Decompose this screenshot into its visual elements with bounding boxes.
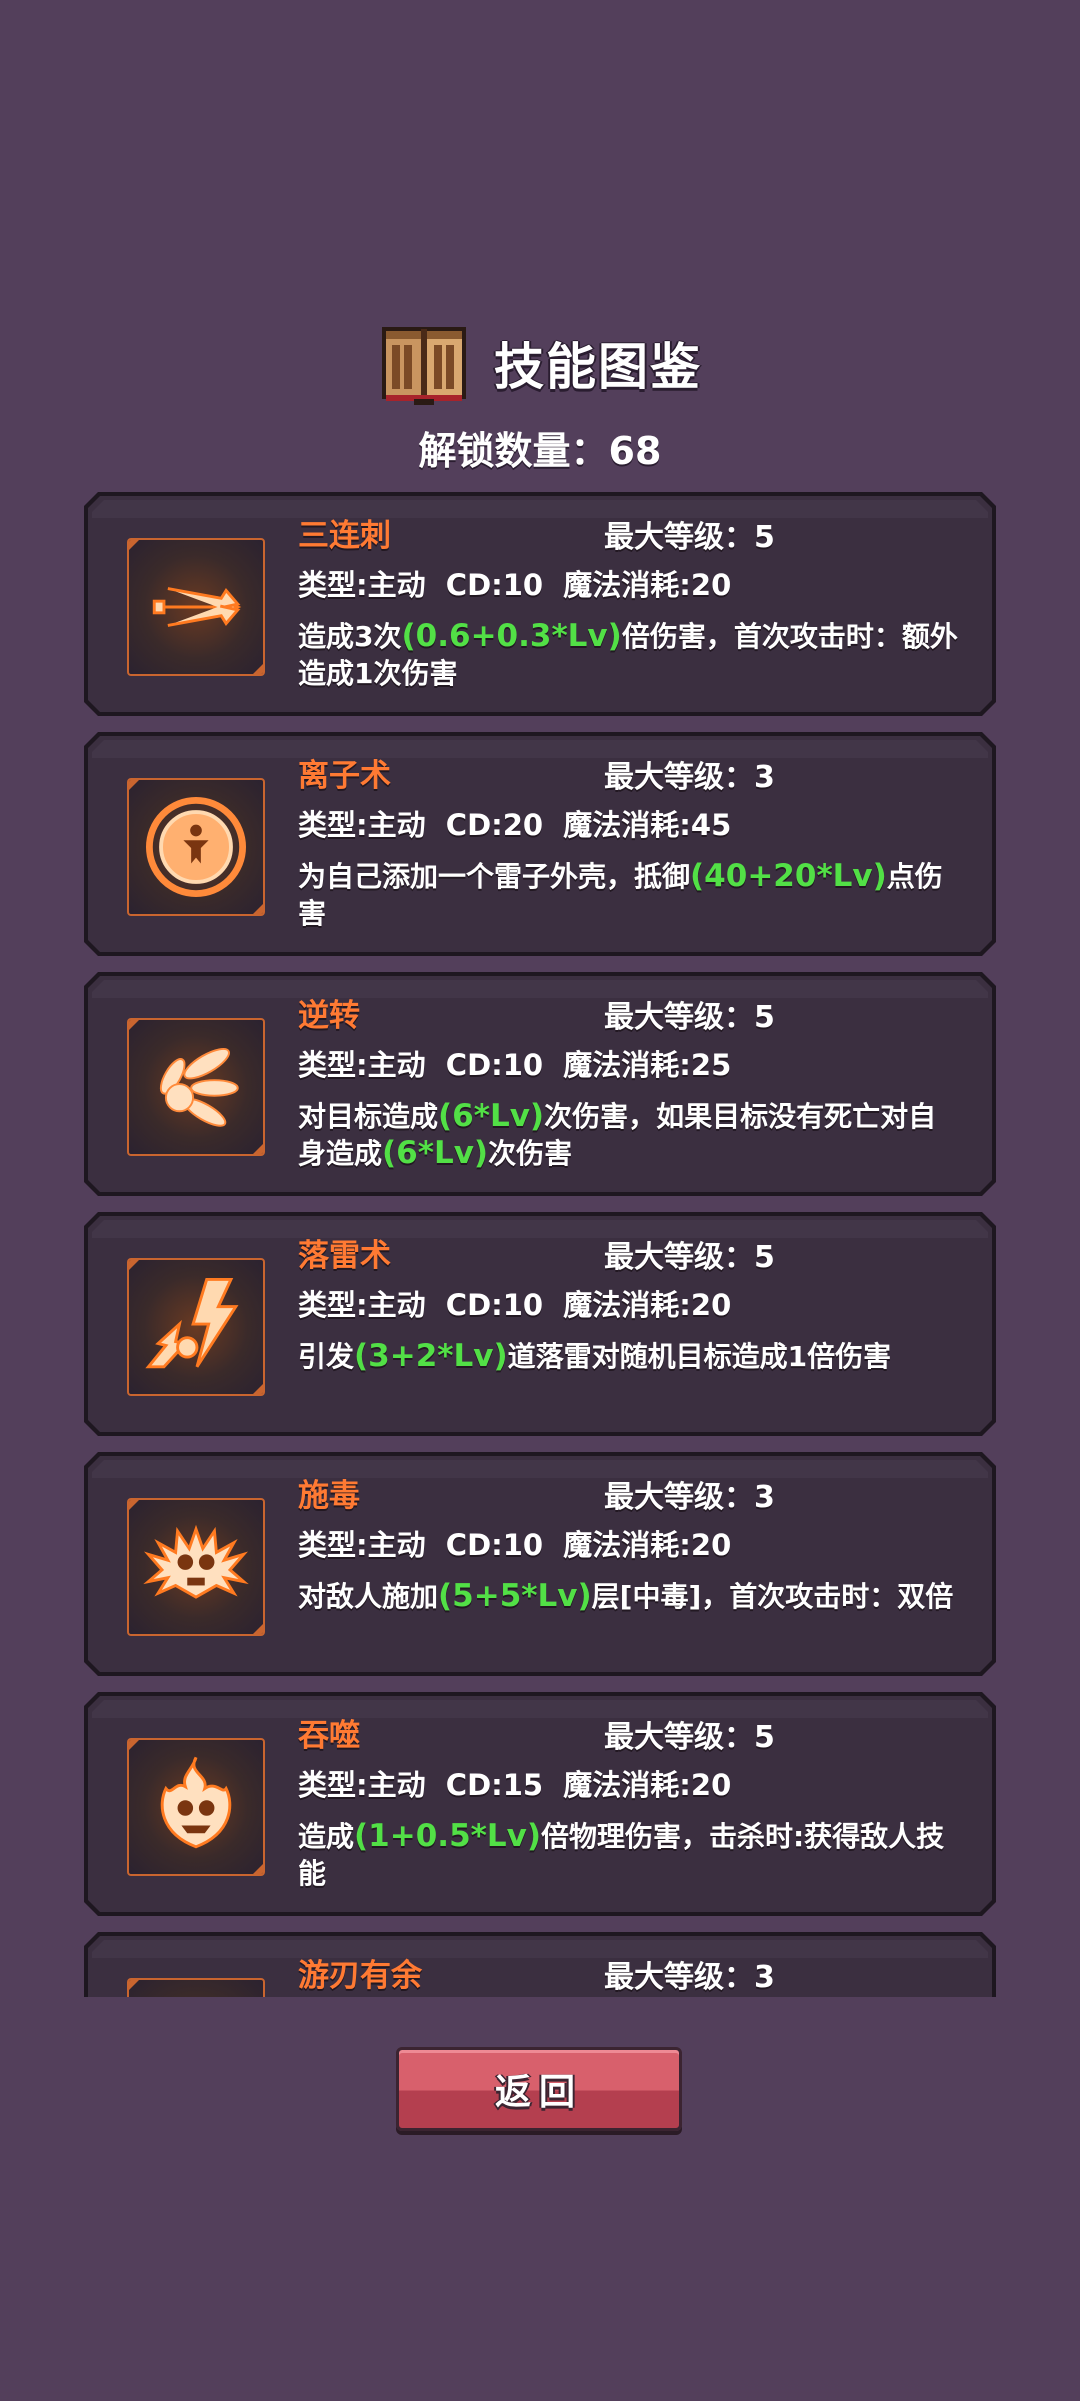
skill-description: 对敌人施加(5+5*Lv)层[中毒]，首次攻击时：双倍 (298, 1578, 958, 1615)
skill-description: 造成(1+0.5*Lv)倍物理伤害，击杀时:获得敌人技能 (298, 1818, 958, 1892)
description-text: 层[中毒]，首次攻击时：双倍 (591, 1580, 954, 1613)
skill-name: 离子术 (298, 758, 391, 794)
skill-card[interactable]: 离子术 最大等级：3 类型:主动 CD:20 魔法消耗:45 为自己添加一个雷子外壳，… (84, 732, 996, 956)
max-level: 最大等级：5 (604, 1720, 775, 1755)
skill-card[interactable]: 三连刺 最大等级：5 类型:主动 CD:10 魔法消耗:20 造成3次(0.6+0.3… (84, 492, 996, 716)
skill-card[interactable]: 吞噬 最大等级：5 类型:主动 CD:15 魔法消耗:20 造成(1+0.5*Lv)倍… (84, 1692, 996, 1916)
skill-description: 对目标造成(6*Lv)次伤害，如果目标没有死亡对自身造成(6*Lv)次伤害 (298, 1098, 958, 1172)
skill-meta: 类型:主动 CD:20 魔法消耗:45 (298, 808, 732, 842)
description-text: 造成3次 (298, 620, 402, 653)
formula-text: (0.6+0.3*Lv) (401, 618, 622, 654)
page-title: 技能图鉴 (494, 338, 702, 396)
skill-description: 为自己添加一个雷子外壳，抵御(40+20*Lv)点伤害 (298, 858, 958, 932)
skill-name: 吞噬 (298, 1718, 360, 1754)
description-text: 引发 (298, 1340, 355, 1373)
skill-icon-frame (127, 1738, 265, 1876)
max-level: 最大等级：5 (604, 1000, 775, 1035)
skill-meta: 类型:主动 CD:15 魔法消耗:20 (298, 1768, 732, 1802)
description-text: 道落雷对随机目标造成1倍伤害 (507, 1340, 892, 1373)
formula-text: (6*Lv) (382, 1135, 489, 1171)
skill-card[interactable]: 施毒 最大等级：3 类型:主动 CD:10 魔法消耗:20 对敌人施加(5+5*Lv)… (84, 1452, 996, 1676)
skill-meta: 类型:主动 CD:10 魔法消耗:20 (298, 1288, 732, 1322)
skill-name: 三连刺 (298, 518, 391, 554)
max-level: 最大等级：5 (604, 1240, 775, 1275)
description-text: 对敌人施加 (298, 1580, 439, 1613)
skill-icon-frame (127, 1978, 265, 1997)
description-text: 为自己添加一个雷子外壳，抵御 (298, 860, 691, 893)
skill-card[interactable]: 逆转 最大等级：5 类型:主动 CD:10 魔法消耗:25 对目标造成(6*Lv)次伤… (84, 972, 996, 1196)
unlock-count: 解锁数量：68 (418, 429, 662, 473)
formula-text: (3+2*Lv) (354, 1338, 508, 1374)
book-icon (382, 327, 466, 405)
blade-icon (129, 1980, 263, 1997)
reversal-icon (159, 1048, 239, 1127)
max-level: 最大等级：3 (604, 760, 775, 795)
description-text: 次伤害 (488, 1137, 573, 1170)
formula-text: (1+0.5*Lv) (354, 1818, 541, 1854)
skill-description: 造成3次(0.6+0.3*Lv)倍伤害，首次攻击时：额外造成1次伤害 (298, 618, 958, 692)
skill-name: 施毒 (298, 1478, 360, 1514)
skill-description: 引发(3+2*Lv)道落雷对随机目标造成1倍伤害 (298, 1338, 958, 1375)
skill-name: 游刃有余 (298, 1958, 422, 1994)
skill-meta: 类型:主动 CD:10 魔法消耗:25 (298, 1048, 732, 1082)
max-level: 最大等级：3 (604, 1480, 775, 1515)
skill-list[interactable]: 三连刺 最大等级：5 类型:主动 CD:10 魔法消耗:20 造成3次(0.6+0.3… (84, 492, 996, 1997)
skill-meta: 类型:主动 CD:10 魔法消耗:20 (298, 568, 732, 602)
skill-icon-frame (127, 1498, 265, 1636)
description-text: 造成 (298, 1820, 355, 1853)
devour-flame-icon (160, 1756, 232, 1849)
skill-icon-frame (127, 778, 265, 916)
formula-text: (40+20*Lv) (690, 858, 887, 894)
max-level: 最大等级：3 (604, 1960, 775, 1995)
skill-icon-frame (127, 1018, 265, 1156)
ion-shield-icon (145, 796, 247, 898)
formula-text: (6*Lv) (438, 1098, 545, 1134)
skill-card[interactable]: 落雷术 最大等级：5 类型:主动 CD:10 魔法消耗:20 引发(3+2*Lv)道落… (84, 1212, 996, 1436)
poison-skull-icon (143, 1524, 249, 1599)
skill-icon-frame (127, 1258, 265, 1396)
skill-card[interactable]: 游刃有余 最大等级：3 (84, 1932, 996, 1997)
triple-strike-icon (152, 587, 242, 627)
back-button[interactable]: 返回 (396, 2047, 682, 2131)
skill-name: 落雷术 (298, 1238, 391, 1274)
skill-name: 逆转 (298, 998, 360, 1034)
skill-meta: 类型:主动 CD:10 魔法消耗:20 (298, 1528, 732, 1562)
max-level: 最大等级：5 (604, 520, 775, 555)
formula-text: (5+5*Lv) (438, 1578, 592, 1614)
skill-icon-frame (127, 538, 265, 676)
header: 技能图鉴 (0, 318, 1080, 408)
lightning-icon (145, 1277, 239, 1369)
description-text: 对目标造成 (298, 1100, 439, 1133)
